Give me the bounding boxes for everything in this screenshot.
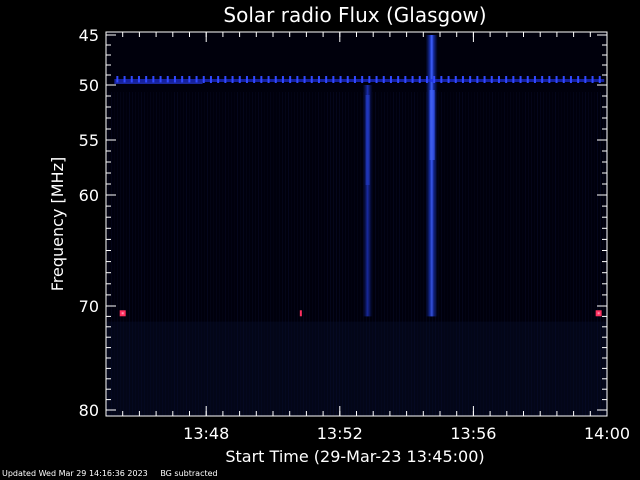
band-tick	[425, 76, 428, 83]
band-tick	[166, 76, 169, 83]
band-tick	[440, 76, 443, 83]
band-tick	[483, 76, 486, 83]
y-axis-label: Frequency [MHz]	[48, 157, 67, 291]
band-tick	[490, 76, 493, 83]
band-tick	[577, 76, 580, 83]
band-tick	[361, 76, 364, 83]
radio-burst-1	[362, 85, 373, 317]
band-tick	[181, 76, 184, 83]
band-tick	[519, 76, 522, 83]
band-tick	[130, 76, 133, 83]
band-tick	[591, 76, 594, 83]
solar-radio-spectrogram: Solar radio Flux (Glasgow) 455055607080 …	[48, 3, 630, 466]
x-axis-label: Start Time (29-Mar-23 13:45:00)	[225, 447, 484, 466]
band-tick	[418, 76, 421, 83]
band-tick	[598, 76, 601, 83]
band-tick	[274, 76, 277, 83]
chart-title: Solar radio Flux (Glasgow)	[223, 3, 486, 27]
band-tick	[353, 76, 356, 83]
processing-note: BG subtracted	[160, 469, 218, 478]
band-tick	[332, 76, 335, 83]
x-tick-label: 13:52	[317, 424, 363, 443]
band-tick	[533, 76, 536, 83]
band-tick	[375, 76, 378, 83]
band-tick	[173, 76, 176, 83]
x-tick-label: 13:56	[450, 424, 496, 443]
band-tick	[497, 76, 500, 83]
band-tick	[245, 76, 248, 83]
band-tick	[253, 76, 256, 83]
band-tick	[476, 76, 479, 83]
band-tick	[569, 76, 572, 83]
band-tick	[281, 76, 284, 83]
band-tick	[224, 76, 227, 83]
band-tick	[382, 76, 385, 83]
band-tick	[548, 76, 551, 83]
band-line	[114, 79, 605, 82]
band-tick	[447, 76, 450, 83]
band-tick	[145, 76, 148, 83]
band-tick	[339, 76, 342, 83]
band-tick	[526, 76, 529, 83]
band-tick	[368, 76, 371, 83]
band-tick	[231, 76, 234, 83]
band-tick	[159, 76, 162, 83]
band-tick	[512, 76, 515, 83]
band-tick	[411, 76, 414, 83]
band-tick	[541, 76, 544, 83]
burst-spine	[430, 35, 433, 317]
band-tick	[389, 76, 392, 83]
band-tick	[433, 76, 436, 83]
band-tick	[238, 76, 241, 83]
y-tick-label: 70	[79, 297, 99, 316]
band-tick	[584, 76, 587, 83]
band-tick	[397, 76, 400, 83]
band-tick	[303, 76, 306, 83]
band-tick	[152, 76, 155, 83]
spot-core	[121, 312, 124, 315]
y-tick-label: 60	[79, 186, 99, 205]
y-tick-label: 50	[79, 76, 99, 95]
band-tick	[454, 76, 457, 83]
band-tick	[217, 76, 220, 83]
band-tick	[346, 76, 349, 83]
updated-timestamp: Updated Wed Mar 29 14:16:36 2023	[2, 469, 148, 478]
band-tick	[209, 76, 212, 83]
y-tick-label: 45	[79, 26, 99, 45]
band-tick	[267, 76, 270, 83]
band-tick	[289, 76, 292, 83]
low-band-noise	[106, 321, 607, 416]
y-tick-label: 80	[79, 401, 99, 420]
x-tick-label: 14:00	[584, 424, 630, 443]
band-tick	[260, 76, 263, 83]
interference-spot	[299, 310, 302, 317]
band-tick	[325, 76, 328, 83]
spot-core	[597, 312, 600, 315]
band-tick	[505, 76, 508, 83]
band-tick	[137, 76, 140, 83]
band-tick	[404, 76, 407, 83]
band-tick	[123, 76, 126, 83]
band-underline	[114, 82, 203, 84]
band-tick	[562, 76, 565, 83]
y-tick-label: 55	[79, 131, 99, 150]
footer: Updated Wed Mar 29 14:16:36 2023 BG subt…	[2, 469, 228, 479]
x-tick-label: 13:48	[183, 424, 229, 443]
band-tick	[296, 76, 299, 83]
band-tick	[317, 76, 320, 83]
band-tick	[461, 76, 464, 83]
burst-core	[365, 95, 370, 185]
band-tick	[310, 76, 313, 83]
band-tick	[195, 76, 198, 83]
band-tick	[202, 76, 205, 83]
band-tick	[116, 76, 119, 83]
band-tick	[469, 76, 472, 83]
band-tick	[555, 76, 558, 83]
band-tick	[188, 76, 191, 83]
